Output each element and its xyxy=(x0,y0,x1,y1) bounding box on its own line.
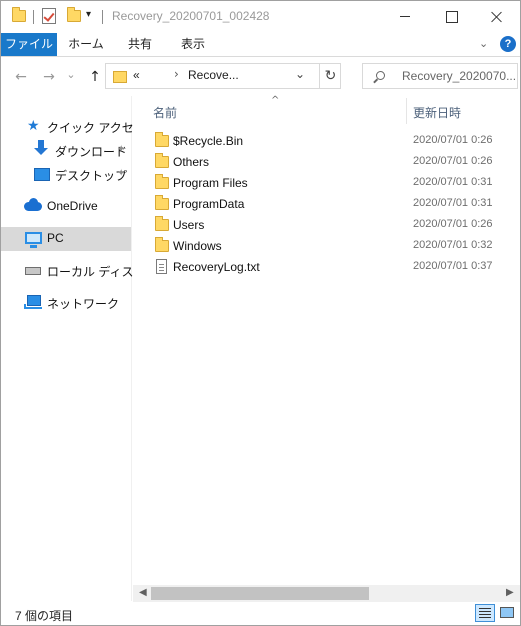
back-arrow-icon[interactable]: ← xyxy=(11,67,31,87)
sidebar-item-label: クイック アクセス xyxy=(47,121,146,135)
sidebar-item-local-disk[interactable]: ローカル ディスク (E xyxy=(1,259,161,283)
expand-ribbon-chevron-icon[interactable]: ⌄ xyxy=(479,37,488,50)
search-placeholder: Recovery_2020070... xyxy=(402,69,517,83)
window-title: Recovery_20200701_002428 xyxy=(112,9,270,23)
file-row[interactable]: Users 2020/07/01 0:26 xyxy=(133,215,520,236)
file-row[interactable]: Others 2020/07/01 0:26 xyxy=(133,152,520,173)
folder-icon xyxy=(12,7,26,22)
file-list-pane: ^ 名前 更新日時 $Recycle.Bin 2020/07/01 0:26 O… xyxy=(133,95,520,601)
details-view-icon[interactable] xyxy=(475,604,495,622)
file-date: 2020/07/01 0:31 xyxy=(413,176,493,188)
sort-ascending-icon: ^ xyxy=(271,95,280,106)
scroll-right-arrow-icon[interactable]: ▶ xyxy=(506,587,514,598)
navigation-bar: ← → ⌄ ↑ « › Recove... ⌄ ↻ Recovery_20200… xyxy=(1,58,520,96)
file-date: 2020/07/01 0:26 xyxy=(413,155,493,167)
minimize-button[interactable] xyxy=(382,1,428,33)
tab-file[interactable]: ファイル xyxy=(1,33,57,56)
computer-icon xyxy=(25,232,42,248)
customize-toolbar-dropdown-icon[interactable]: ▾ xyxy=(86,9,91,20)
ribbon-tabs: ファイル ホーム 共有 表示 ⌄ ? xyxy=(1,33,520,57)
folder-icon xyxy=(155,132,169,147)
sidebar-item-quick-access[interactable]: ★ クイック アクセス xyxy=(1,115,146,139)
breadcrumb-current[interactable]: Recove... xyxy=(188,68,239,82)
download-icon xyxy=(34,140,48,156)
column-header-date[interactable]: 更新日時 xyxy=(413,104,461,121)
sidebar-item-downloads[interactable]: ダウンロード ✦ xyxy=(1,139,131,163)
status-bar: 7 個の項目 xyxy=(1,602,520,625)
file-name: Users xyxy=(173,218,205,232)
drive-icon xyxy=(25,267,41,275)
title-bar: ▾ Recovery_20200701_002428 xyxy=(1,1,520,33)
scroll-left-arrow-icon[interactable]: ◀ xyxy=(139,587,147,598)
refresh-icon[interactable]: ↻ xyxy=(319,64,341,88)
column-divider[interactable] xyxy=(406,98,407,124)
sidebar-item-pc[interactable]: PC xyxy=(1,227,131,251)
file-explorer-window: ▾ Recovery_20200701_002428 ファイル ホーム 共有 表… xyxy=(0,0,521,626)
file-name: $Recycle.Bin xyxy=(173,134,244,148)
file-name: Windows xyxy=(173,239,222,253)
file-row[interactable]: Program Files 2020/07/01 0:31 xyxy=(133,173,520,194)
pin-icon: ✦ xyxy=(117,168,126,179)
desktop-icon xyxy=(34,168,50,181)
file-name: RecoveryLog.txt xyxy=(173,260,260,274)
title-separator xyxy=(102,10,103,24)
sidebar-item-label: PC xyxy=(47,231,64,245)
horizontal-scrollbar[interactable]: ◀ ▶ xyxy=(133,585,520,602)
file-date: 2020/07/01 0:26 xyxy=(413,218,493,230)
file-name: Program Files xyxy=(173,176,248,190)
quick-access-separator xyxy=(33,10,34,24)
file-date: 2020/07/01 0:37 xyxy=(413,260,493,272)
cloud-icon xyxy=(24,198,42,211)
file-name: ProgramData xyxy=(173,197,245,211)
help-icon[interactable]: ? xyxy=(500,36,516,52)
breadcrumb-separator-icon[interactable]: › xyxy=(174,67,179,81)
search-icon xyxy=(376,71,385,80)
file-row[interactable]: ProgramData 2020/07/01 0:31 xyxy=(133,194,520,215)
tab-home[interactable]: ホーム xyxy=(59,33,113,56)
text-file-icon xyxy=(156,259,167,274)
sidebar-item-label: ネットワーク xyxy=(47,297,120,311)
folder-icon xyxy=(155,216,169,231)
address-dropdown-icon[interactable]: ⌄ xyxy=(295,67,305,81)
scrollbar-thumb[interactable] xyxy=(151,587,369,600)
tab-share[interactable]: 共有 xyxy=(115,33,165,56)
recent-locations-chevron-icon[interactable]: ⌄ xyxy=(64,65,78,85)
address-folder-icon xyxy=(113,71,127,83)
folder-icon xyxy=(155,195,169,210)
search-box[interactable]: Recovery_2020070... xyxy=(362,63,518,89)
breadcrumb-overflow[interactable]: « xyxy=(133,68,140,82)
tab-view[interactable]: 表示 xyxy=(167,33,219,56)
pin-icon: ✦ xyxy=(117,144,126,155)
network-icon xyxy=(24,295,42,309)
item-count: 7 個の項目 xyxy=(15,609,74,623)
file-date: 2020/07/01 0:26 xyxy=(413,134,493,146)
close-button[interactable] xyxy=(474,1,520,33)
up-arrow-icon[interactable]: ↑ xyxy=(85,67,105,87)
sidebar-item-label: OneDrive xyxy=(47,199,98,213)
navigation-pane: ★ クイック アクセス ダウンロード ✦ デスクトップ ✦ OneDrive P… xyxy=(1,96,161,601)
folder-icon xyxy=(155,174,169,189)
folder-icon xyxy=(155,237,169,252)
sidebar-item-desktop[interactable]: デスクトップ ✦ xyxy=(1,163,131,187)
file-row[interactable]: Windows 2020/07/01 0:32 xyxy=(133,236,520,257)
address-bar[interactable]: « › Recove... ⌄ ↻ xyxy=(105,63,341,89)
file-name: Others xyxy=(173,155,210,169)
maximize-button[interactable] xyxy=(428,1,474,33)
large-icons-view-icon[interactable] xyxy=(498,605,514,620)
file-date: 2020/07/01 0:32 xyxy=(413,239,493,251)
file-date: 2020/07/01 0:31 xyxy=(413,197,493,209)
forward-arrow-icon[interactable]: → xyxy=(39,67,59,87)
properties-icon[interactable] xyxy=(42,8,56,24)
sidebar-item-network[interactable]: ネットワーク xyxy=(1,291,131,315)
folder-icon xyxy=(155,153,169,168)
column-header-name[interactable]: 名前 xyxy=(153,104,177,121)
star-icon: ★ xyxy=(27,118,40,134)
new-folder-icon[interactable] xyxy=(67,7,81,22)
file-row[interactable]: $Recycle.Bin 2020/07/01 0:26 xyxy=(133,131,520,152)
file-row[interactable]: RecoveryLog.txt 2020/07/01 0:37 xyxy=(133,257,520,278)
sidebar-item-onedrive[interactable]: OneDrive xyxy=(1,195,131,219)
